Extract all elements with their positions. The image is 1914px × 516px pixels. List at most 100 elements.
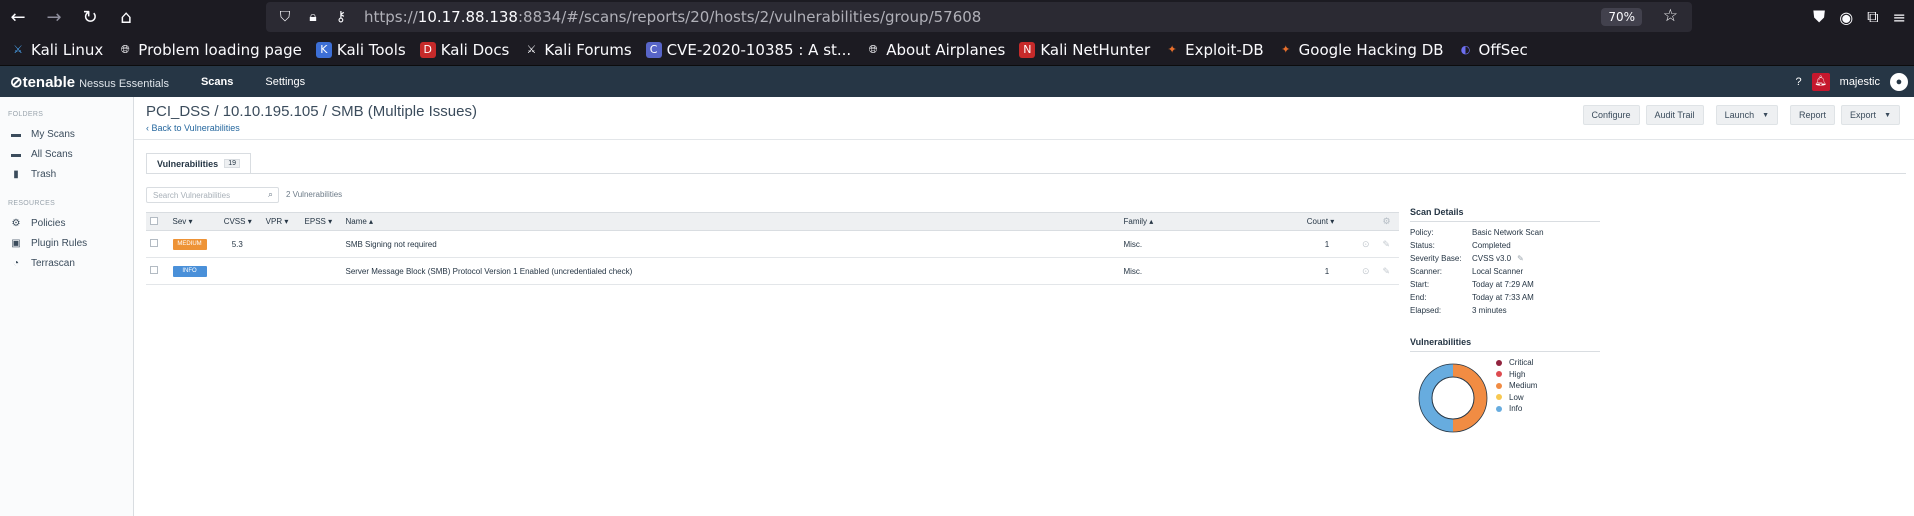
export-button[interactable]: Export ▼ [1841, 105, 1900, 125]
vulnerability-name[interactable]: Server Message Block (SMB) Protocol Vers… [341, 257, 1120, 285]
configure-button[interactable]: Configure [1582, 105, 1640, 125]
sidebar-item-my-scans[interactable]: ▬ My Scans [0, 124, 133, 144]
legend-item-medium: Medium [1496, 380, 1537, 392]
bookmark-kali-docs[interactable]: D Kali Docs [419, 41, 509, 59]
folder-icon: ▬ [11, 128, 21, 140]
bookmark-offsec[interactable]: ◐ OffSec [1458, 41, 1528, 59]
snooze-icon[interactable]: ⊙ [1362, 239, 1370, 249]
globe-icon: 🌐︎ [868, 42, 878, 56]
bookmark-kali-nethunter[interactable]: N Kali NetHunter [1019, 41, 1150, 59]
column-sev[interactable]: Sev ▾ [168, 212, 220, 231]
user-avatar-icon[interactable]: ● [1890, 72, 1908, 91]
divider [146, 173, 1906, 174]
bookmarks-bar: ⚔ Kali Linux 🌐︎ Problem loading page K Kali… [0, 34, 1914, 66]
help-icon[interactable]: ? [1796, 76, 1802, 88]
detail-row-end: End: Today at 7:33 AM [1410, 293, 1534, 302]
legend-label: Low [1509, 392, 1524, 402]
search-icon[interactable]: ⌕ [268, 189, 273, 200]
back-to-vulnerabilities-link[interactable]: ‹ Back to Vulnerabilities [146, 123, 240, 133]
bookmark-kali-forums[interactable]: ⚔ Kali Forums [523, 41, 631, 59]
bookmark-cve[interactable]: C CVE-2020-10385 : A st... [645, 41, 851, 59]
edit-pencil-icon[interactable]: ✎ [1382, 239, 1390, 249]
permissions-icon[interactable]: ⚷ [332, 9, 350, 25]
detail-row-policy: Policy: Basic Network Scan [1410, 228, 1544, 237]
snooze-icon[interactable]: ⊙ [1362, 266, 1370, 276]
cvss-score: 5.3 [219, 230, 262, 258]
plugin-rules-icon: ▣ [11, 237, 21, 249]
resources-heading: RESOURCES [8, 200, 56, 207]
zoom-indicator[interactable]: 70% [1601, 8, 1642, 26]
account-icon[interactable]: ◉ [1839, 8, 1853, 27]
tab-vulnerabilities[interactable]: Vulnerabilities 19 [146, 153, 251, 173]
exploit-db-icon: ✦ [1167, 42, 1177, 56]
legend-item-info: Info [1496, 403, 1537, 415]
table-row[interactable]: MEDIUM 5.3 SMB Signing not required Misc… [146, 230, 1399, 258]
bookmark-about-airplanes[interactable]: 🌐︎ About Airplanes [865, 41, 1006, 59]
audit-trail-button[interactable]: Audit Trail [1645, 105, 1704, 125]
back-arrow-icon[interactable]: ← [0, 0, 36, 34]
gear-icon[interactable]: ⚙ [1382, 216, 1390, 226]
bookmark-problem-loading[interactable]: 🌐︎ Problem loading page [117, 41, 302, 59]
lock-icon[interactable]: 🔒︎ [304, 9, 322, 25]
column-epss[interactable]: EPSS ▾ [300, 212, 342, 231]
pocket-icon[interactable]: ⛊ [1813, 7, 1825, 27]
sidebar: FOLDERS ▬ My Scans ▬ All Scans ▮ Trash RESO… [0, 97, 134, 516]
edit-pencil-icon[interactable]: ✎ [1382, 266, 1390, 276]
report-button[interactable]: Report [1790, 105, 1836, 125]
sidebar-item-terrascan[interactable]: ◔ Terrascan [0, 253, 133, 273]
tenable-logo[interactable]: ⊘tenable Nessus Essentials [10, 73, 169, 91]
column-name[interactable]: Name ▴ [341, 212, 1120, 231]
nav-scans[interactable]: Scans [201, 76, 233, 88]
column-cvss[interactable]: CVSS ▾ [219, 212, 262, 231]
bookmark-kali-linux[interactable]: ⚔ Kali Linux [10, 41, 103, 59]
search-vulnerabilities-input[interactable]: Search Vulnerabilities ⌕ [146, 187, 279, 203]
url-text[interactable]: https://10.17.88.138:8834/#/scans/report… [364, 8, 981, 26]
notifications-bell-icon[interactable]: 🔔︎ [1811, 72, 1830, 91]
bookmark-google-hacking-db[interactable]: ✦ Google Hacking DB [1278, 41, 1443, 59]
bookmark-star-icon[interactable]: ☆ [1663, 6, 1678, 26]
username[interactable]: majestic [1840, 76, 1880, 88]
home-icon[interactable]: ⌂ [108, 0, 144, 34]
bookmark-kali-tools[interactable]: K Kali Tools [315, 41, 406, 59]
vulnerabilities-table: Sev ▾ CVSS ▾ VPR ▾ EPSS ▾ Name ▴ Family … [146, 212, 1399, 285]
menu-icon[interactable]: ≡ [1893, 8, 1906, 27]
legend-dot-icon [1496, 405, 1502, 412]
severity-badge: INFO [172, 266, 207, 277]
column-family[interactable]: Family ▴ [1119, 212, 1303, 231]
column-count[interactable]: Count ▾ [1302, 212, 1358, 231]
vulnerability-count: 2 Vulnerabilities [286, 190, 343, 199]
caret-down-icon: ▼ [1884, 111, 1891, 119]
forward-arrow-icon[interactable]: → [36, 0, 72, 34]
severity-badge: MEDIUM [172, 239, 207, 250]
reload-icon[interactable]: ↻ [72, 0, 108, 34]
sidebar-item-all-scans[interactable]: ▬ All Scans [0, 144, 133, 164]
tenable-mark-icon: ⊘ [10, 73, 23, 91]
column-vpr[interactable]: VPR ▾ [261, 212, 301, 231]
row-checkbox[interactable] [150, 266, 158, 274]
divider [134, 139, 1914, 140]
vpr-score [261, 230, 301, 258]
offsec-icon: ◐ [1460, 42, 1471, 56]
legend-item-critical: Critical [1496, 357, 1537, 369]
row-checkbox[interactable] [150, 239, 158, 247]
shield-icon[interactable]: ⛉ [276, 9, 294, 25]
vpr-score [261, 257, 301, 285]
vulnerabilities-donut-chart[interactable] [1410, 355, 1496, 441]
sidebar-item-policies[interactable]: ⚙ Policies [0, 213, 133, 233]
legend-label: High [1509, 369, 1526, 379]
edit-pencil-icon[interactable]: ✎ [1517, 254, 1524, 267]
table-row[interactable]: INFO Server Message Block (SMB) Protocol… [146, 257, 1399, 285]
launch-button[interactable]: Launch ▼ [1715, 105, 1779, 125]
folders-heading: FOLDERS [8, 111, 44, 118]
nav-settings[interactable]: Settings [265, 76, 305, 88]
vulnerabilities-chart-panel: Vulnerabilities Critical High Medium Low Inf… [1410, 337, 1600, 433]
legend-label: Info [1509, 404, 1523, 414]
sidebar-item-plugin-rules[interactable]: ▣ Plugin Rules [0, 233, 133, 253]
vulnerability-family: Misc. [1119, 257, 1303, 285]
select-all-checkbox[interactable] [150, 216, 158, 225]
sidebar-item-trash[interactable]: ▮ Trash [0, 164, 133, 184]
extensions-icon[interactable]: ⧉ [1867, 7, 1878, 27]
vulnerability-name[interactable]: SMB Signing not required [341, 230, 1120, 258]
bookmark-exploit-db[interactable]: ✦ Exploit-DB [1164, 41, 1264, 59]
url-bar[interactable]: ⛉ 🔒︎ ⚷ https://10.17.88.138:8834/#/scans… [266, 2, 1692, 32]
